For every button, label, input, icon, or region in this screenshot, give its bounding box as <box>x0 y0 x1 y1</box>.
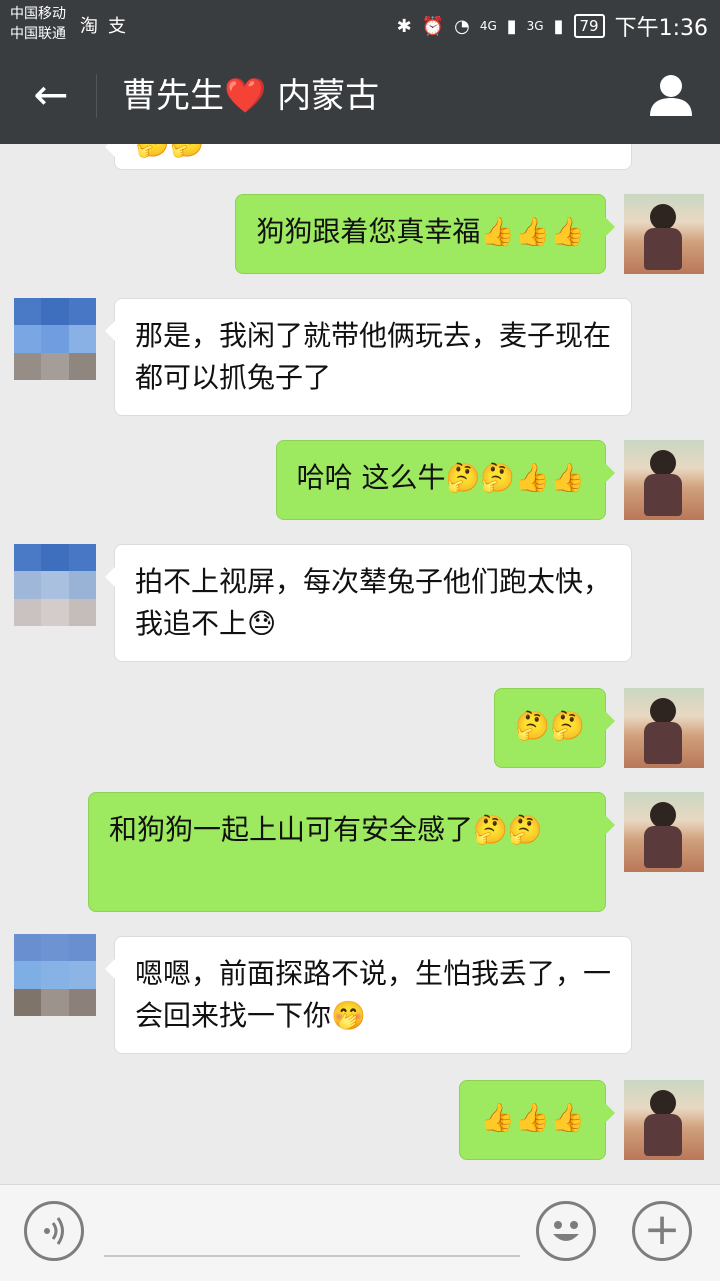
avatar[interactable] <box>624 1080 704 1160</box>
status-bar: 中国移动 中国联通 淘 支 ✱ ⏰ ◔ 4G ▮ 3G ▮ 79 下午1:36 <box>0 0 720 48</box>
message-bubble[interactable]: 嗯嗯，前面探路不说，生怕我丢了，一会回来找一下你🤭 <box>105 936 632 1054</box>
input-bar: + <box>0 1184 720 1281</box>
avatar[interactable] <box>14 934 96 1016</box>
avatar[interactable] <box>14 544 96 626</box>
carrier-1: 中国移动 <box>10 6 66 22</box>
message-input[interactable] <box>104 1255 520 1257</box>
notification-icons: 淘 支 <box>80 12 126 38</box>
message-bubble[interactable]: 和狗狗一起上山可有安全感了🤔🤔 <box>88 792 615 912</box>
taobao-icon: 淘 <box>80 16 98 37</box>
message-bubble[interactable]: 👍👍👍 <box>459 1080 615 1160</box>
chat-area[interactable]: 🤔🤔 狗狗跟着您真幸福👍👍👍 那是，我闲了就带他俩玩去，麦子现在都可以抓兔子了 … <box>0 144 720 1184</box>
message-bubble[interactable]: 那是，我闲了就带他俩玩去，麦子现在都可以抓兔子了 <box>105 298 632 416</box>
carrier-2: 中国联通 <box>10 26 66 42</box>
message-bubble[interactable]: 哈哈 这么牛🤔🤔👍👍 <box>275 440 616 520</box>
avatar[interactable] <box>624 440 704 520</box>
person-icon[interactable] <box>646 70 696 120</box>
network-2: 3G <box>526 19 544 33</box>
bluetooth-icon: ✱ <box>396 15 412 37</box>
emoji-icon[interactable] <box>536 1201 596 1261</box>
signal-icon: ▮ <box>553 15 564 37</box>
message-bubble[interactable]: 拍不上视屏，每次辇兔子他们跑太快，我追不上😓 <box>105 544 632 662</box>
alarm-icon: ⏰ <box>421 15 445 37</box>
title-bar: ← 曹先生❤️ 内蒙古 <box>0 48 720 144</box>
title-divider <box>96 74 97 118</box>
back-button[interactable]: ← <box>26 70 76 120</box>
signal-icon: ▮ <box>506 15 517 37</box>
avatar[interactable] <box>624 688 704 768</box>
status-indicators: ✱ ⏰ ◔ 4G ▮ 3G ▮ 79 下午1:36 <box>397 10 708 42</box>
avatar[interactable] <box>14 298 96 380</box>
clock: 下午1:36 <box>614 16 708 41</box>
network-1: 4G <box>479 19 497 33</box>
plus-icon[interactable]: + <box>632 1201 692 1261</box>
message-bubble[interactable]: 🤔🤔 <box>494 688 615 768</box>
carrier-info: 中国移动 中国联通 <box>10 4 66 44</box>
chat-title: 曹先生❤️ 内蒙古 <box>122 76 380 116</box>
avatar[interactable] <box>624 792 704 872</box>
wifi-icon: ◔ <box>454 15 470 37</box>
message-bubble[interactable]: 🤔🤔 <box>105 144 632 170</box>
battery-icon: 79 <box>573 14 605 38</box>
alipay-icon: 支 <box>108 16 126 37</box>
avatar[interactable] <box>624 194 704 274</box>
voice-icon[interactable] <box>24 1201 84 1261</box>
message-bubble[interactable]: 狗狗跟着您真幸福👍👍👍 <box>235 194 615 274</box>
